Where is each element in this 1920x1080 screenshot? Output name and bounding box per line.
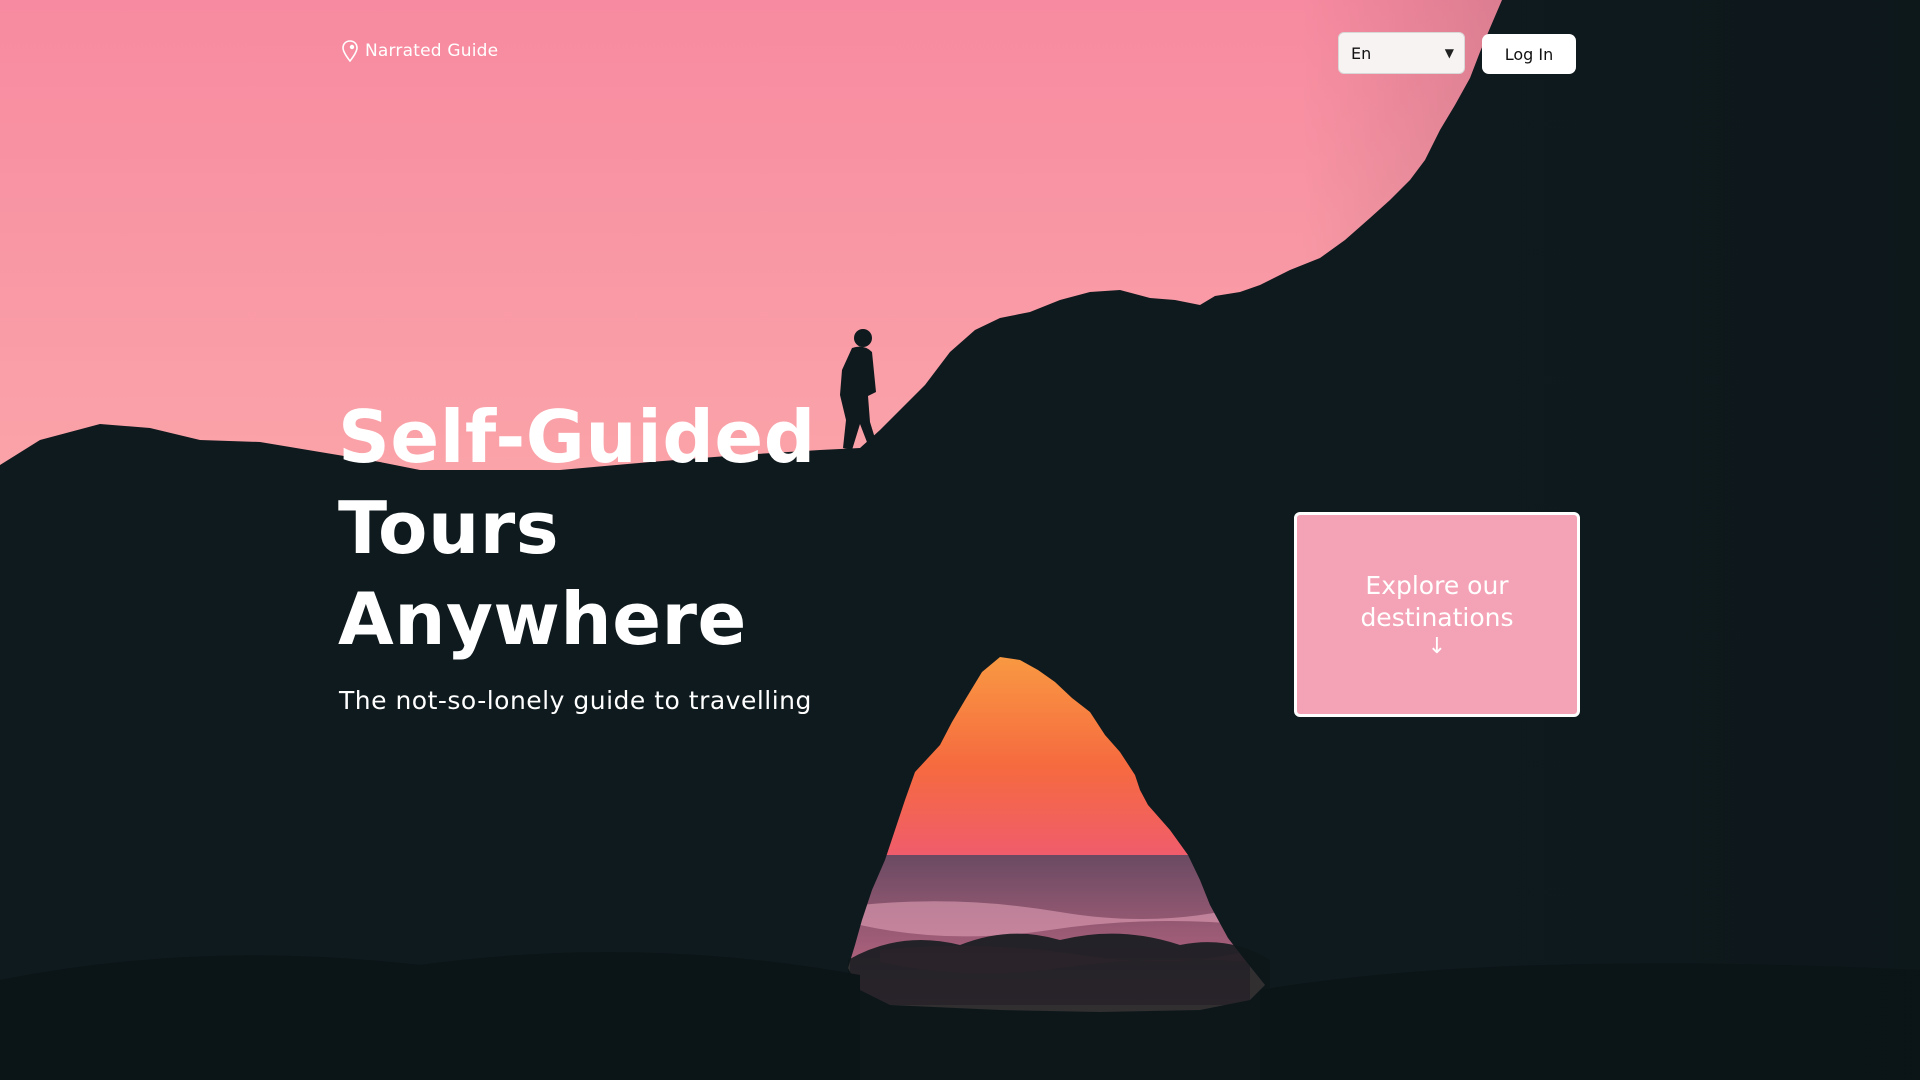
language-select[interactable]: En ▼: [1338, 32, 1465, 74]
chevron-down-icon: ▼: [1444, 46, 1454, 60]
hero-headline: Self-Guided Tours Anywhere: [338, 392, 898, 665]
map-pin-icon: [342, 40, 358, 62]
arrow-down-icon: ↓: [1427, 633, 1447, 659]
cta-label: Explore our destinations: [1360, 570, 1514, 632]
hero-subheadline: The not-so-lonely guide to travelling: [339, 686, 812, 715]
brand-logo-link[interactable]: Narrated Guide: [341, 40, 498, 62]
top-navigation-bar: Narrated Guide En ▼ Log In: [0, 0, 1920, 108]
language-selected-value: En: [1351, 43, 1372, 63]
headline-line-2: Tours: [338, 486, 560, 570]
headline-line-1: Self-Guided: [338, 395, 816, 479]
headline-line-3: Anywhere: [338, 577, 747, 661]
hero-section: Narrated Guide En ▼ Log In Self-Guided T…: [0, 0, 1920, 1080]
login-button[interactable]: Log In: [1482, 34, 1576, 74]
hero-background-image: [0, 0, 1920, 1080]
explore-destinations-button[interactable]: Explore our destinations ↓: [1294, 512, 1580, 717]
brand-name: Narrated Guide: [365, 41, 499, 61]
